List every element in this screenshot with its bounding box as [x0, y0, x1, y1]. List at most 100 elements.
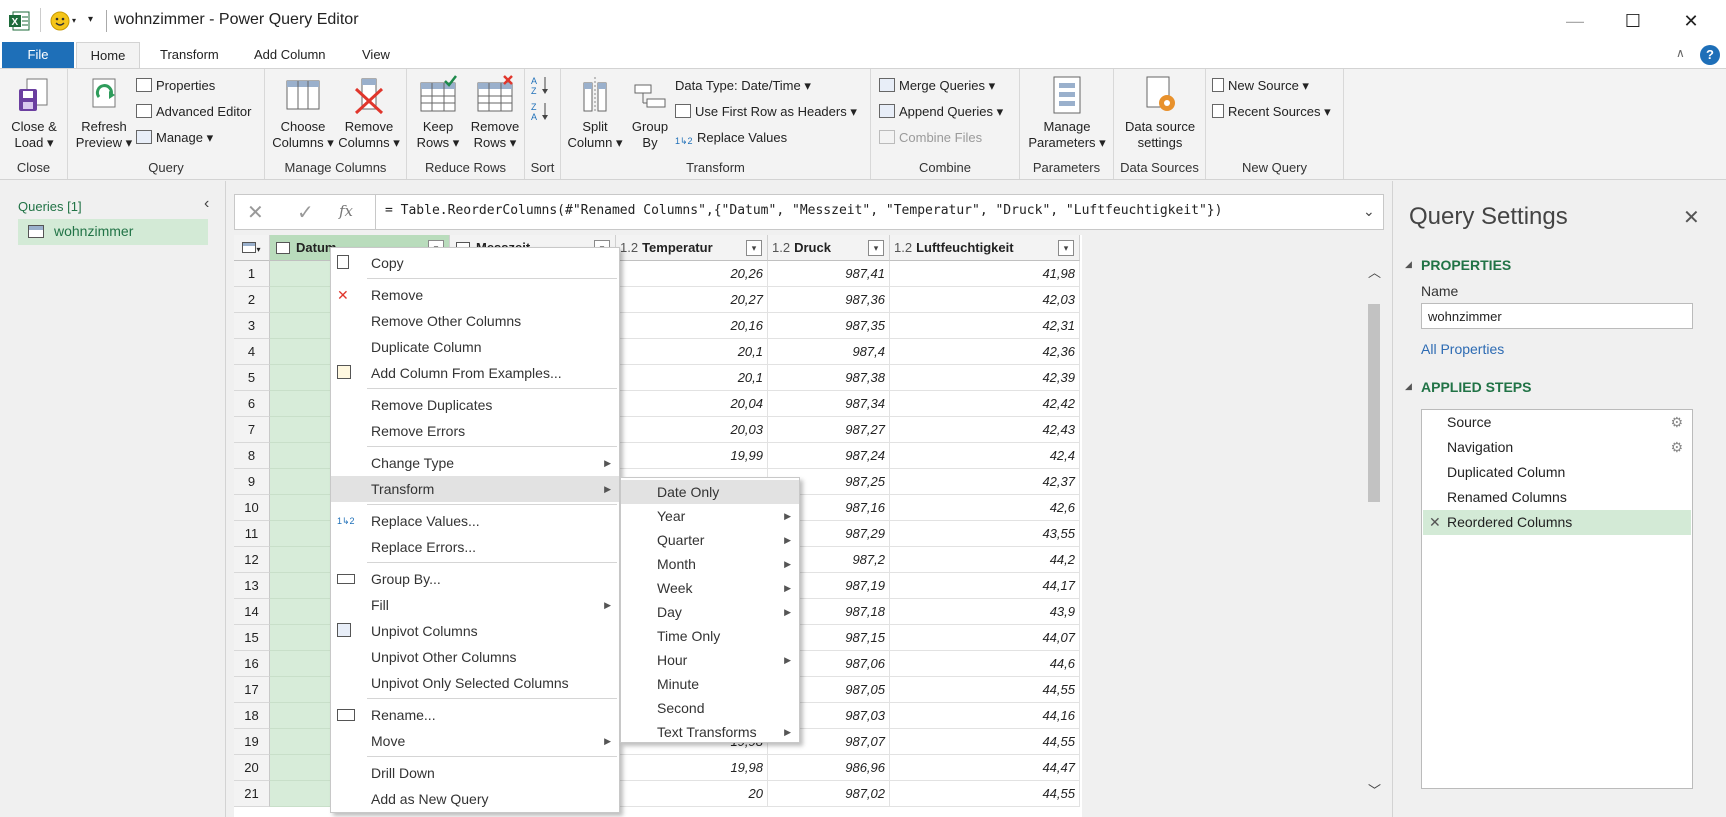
- row-number[interactable]: 14: [234, 599, 270, 625]
- gear-icon[interactable]: ⚙: [1670, 410, 1683, 435]
- row-number[interactable]: 1: [234, 261, 270, 287]
- collapse-ribbon-icon[interactable]: ∧: [1676, 46, 1685, 60]
- minimize-button[interactable]: —: [1546, 0, 1604, 42]
- column-header-temperatur[interactable]: 1.2 Temperatur ▾: [616, 235, 768, 261]
- submenu-item-day[interactable]: Day ▶: [621, 600, 799, 624]
- menu-item-add-as-new-query[interactable]: Add as New Query: [331, 786, 619, 812]
- merge-queries-button[interactable]: Merge Queries ▾: [879, 75, 995, 97]
- row-number[interactable]: 6: [234, 391, 270, 417]
- menu-item-remove-duplicates[interactable]: Remove Duplicates: [331, 392, 619, 418]
- row-number[interactable]: 15: [234, 625, 270, 651]
- cell-luftfeuchtigkeit[interactable]: 42,42: [890, 391, 1080, 417]
- cell-luftfeuchtigkeit[interactable]: 43,55: [890, 521, 1080, 547]
- scroll-up-icon[interactable]: ︿: [1368, 262, 1381, 281]
- cell-luftfeuchtigkeit[interactable]: 42,03: [890, 287, 1080, 313]
- cell-luftfeuchtigkeit[interactable]: 44,55: [890, 729, 1080, 755]
- data-source-settings-button[interactable]: Data source settings: [1118, 75, 1202, 151]
- menu-item-group-by[interactable]: Group By...: [331, 566, 619, 592]
- group-by-button[interactable]: Group By: [625, 75, 675, 151]
- row-number[interactable]: 16: [234, 651, 270, 677]
- choose-columns-button[interactable]: Choose Columns ▾: [271, 75, 335, 151]
- cell-temperatur[interactable]: 20,26: [616, 261, 768, 287]
- submenu-item-second[interactable]: Second: [621, 696, 799, 720]
- help-icon[interactable]: ?: [1700, 45, 1720, 65]
- properties-button[interactable]: Properties: [136, 75, 215, 97]
- cell-luftfeuchtigkeit[interactable]: 44,07: [890, 625, 1080, 651]
- cancel-formula-button[interactable]: ✕: [247, 200, 264, 225]
- quick-access-dropdown-icon[interactable]: ▾: [88, 14, 93, 25]
- cell-luftfeuchtigkeit[interactable]: 42,37: [890, 469, 1080, 495]
- tab-view[interactable]: View: [348, 42, 404, 68]
- row-number[interactable]: 3: [234, 313, 270, 339]
- submenu-item-quarter[interactable]: Quarter ▶: [621, 528, 799, 552]
- menu-item-fill[interactable]: Fill ▶: [331, 592, 619, 618]
- advanced-editor-button[interactable]: Advanced Editor: [136, 101, 251, 123]
- step-reordered-columns[interactable]: ✕ Reordered Columns: [1423, 510, 1691, 535]
- menu-item-rename[interactable]: Rename...: [331, 702, 619, 728]
- remove-columns-button[interactable]: Remove Columns ▾: [337, 75, 401, 151]
- cell-temperatur[interactable]: 20,1: [616, 365, 768, 391]
- cell-druck[interactable]: 986,96: [768, 755, 890, 781]
- menu-item-duplicate-column[interactable]: Duplicate Column: [331, 334, 619, 360]
- submenu-item-month[interactable]: Month ▶: [621, 552, 799, 576]
- confirm-formula-button[interactable]: ✓: [297, 200, 314, 225]
- row-number[interactable]: 2: [234, 287, 270, 313]
- step-duplicated-column[interactable]: Duplicated Column: [1423, 460, 1691, 485]
- smiley-feedback-icon[interactable]: [50, 11, 70, 31]
- scroll-thumb[interactable]: [1368, 304, 1380, 502]
- remove-rows-button[interactable]: Remove Rows ▾: [467, 75, 523, 151]
- cell-temperatur[interactable]: 19,99: [616, 443, 768, 469]
- submenu-item-date-only[interactable]: Date Only: [621, 480, 799, 504]
- cell-luftfeuchtigkeit[interactable]: 42,6: [890, 495, 1080, 521]
- all-properties-link[interactable]: All Properties: [1421, 341, 1504, 357]
- cell-temperatur[interactable]: 20,04: [616, 391, 768, 417]
- recent-sources-button[interactable]: Recent Sources ▾: [1212, 101, 1331, 123]
- delete-step-icon[interactable]: ✕: [1429, 510, 1441, 535]
- cell-luftfeuchtigkeit[interactable]: 44,2: [890, 547, 1080, 573]
- cell-temperatur[interactable]: 20,16: [616, 313, 768, 339]
- temperatur-filter-dropdown[interactable]: ▾: [746, 240, 762, 256]
- cell-luftfeuchtigkeit[interactable]: 43,9: [890, 599, 1080, 625]
- column-header-luftfeuchtigkeit[interactable]: 1.2 Luftfeuchtigkeit ▾: [890, 235, 1080, 261]
- cell-luftfeuchtigkeit[interactable]: 42,43: [890, 417, 1080, 443]
- menu-item-transform[interactable]: Transform ▶: [331, 476, 619, 502]
- menu-item-unpivot-columns[interactable]: Unpivot Columns: [331, 618, 619, 644]
- close-query-settings-button[interactable]: ✕: [1683, 205, 1700, 230]
- row-number[interactable]: 17: [234, 677, 270, 703]
- menu-item-unpivot-only-selected-columns[interactable]: Unpivot Only Selected Columns: [331, 670, 619, 696]
- cell-luftfeuchtigkeit[interactable]: 44,55: [890, 677, 1080, 703]
- maximize-button[interactable]: ☐: [1604, 0, 1662, 42]
- step-navigation[interactable]: Navigation ⚙: [1423, 435, 1691, 460]
- row-number[interactable]: 8: [234, 443, 270, 469]
- formula-input[interactable]: = Table.ReorderColumns(#"Renamed Columns…: [385, 203, 1222, 218]
- cell-druck[interactable]: 987,27: [768, 417, 890, 443]
- cell-temperatur[interactable]: 20,03: [616, 417, 768, 443]
- fx-icon[interactable]: fx: [339, 202, 353, 220]
- row-number[interactable]: 5: [234, 365, 270, 391]
- menu-item-remove-other-columns[interactable]: Remove Other Columns: [331, 308, 619, 334]
- row-number[interactable]: 19: [234, 729, 270, 755]
- menu-item-remove-errors[interactable]: Remove Errors: [331, 418, 619, 444]
- close-window-button[interactable]: ✕: [1662, 0, 1720, 42]
- menu-item-unpivot-other-columns[interactable]: Unpivot Other Columns: [331, 644, 619, 670]
- cell-luftfeuchtigkeit[interactable]: 42,4: [890, 443, 1080, 469]
- menu-item-remove[interactable]: ✕ Remove: [331, 282, 619, 308]
- row-number[interactable]: 11: [234, 521, 270, 547]
- cell-druck[interactable]: 987,02: [768, 781, 890, 807]
- cell-luftfeuchtigkeit[interactable]: 42,39: [890, 365, 1080, 391]
- cell-druck[interactable]: 987,24: [768, 443, 890, 469]
- cell-temperatur[interactable]: 20: [616, 781, 768, 807]
- cell-luftfeuchtigkeit[interactable]: 44,6: [890, 651, 1080, 677]
- cell-druck[interactable]: 987,38: [768, 365, 890, 391]
- cell-druck[interactable]: 987,35: [768, 313, 890, 339]
- row-number[interactable]: 10: [234, 495, 270, 521]
- cell-luftfeuchtigkeit[interactable]: 44,55: [890, 781, 1080, 807]
- cell-temperatur[interactable]: 20,1: [616, 339, 768, 365]
- cell-luftfeuchtigkeit[interactable]: 44,16: [890, 703, 1080, 729]
- vertical-scrollbar[interactable]: ︿ ﹀: [1364, 260, 1384, 817]
- druck-filter-dropdown[interactable]: ▾: [868, 240, 884, 256]
- keep-rows-button[interactable]: Keep Rows ▾: [411, 75, 465, 151]
- tab-transform[interactable]: Transform: [146, 42, 233, 68]
- step-renamed-columns[interactable]: Renamed Columns: [1423, 485, 1691, 510]
- cell-luftfeuchtigkeit[interactable]: 44,47: [890, 755, 1080, 781]
